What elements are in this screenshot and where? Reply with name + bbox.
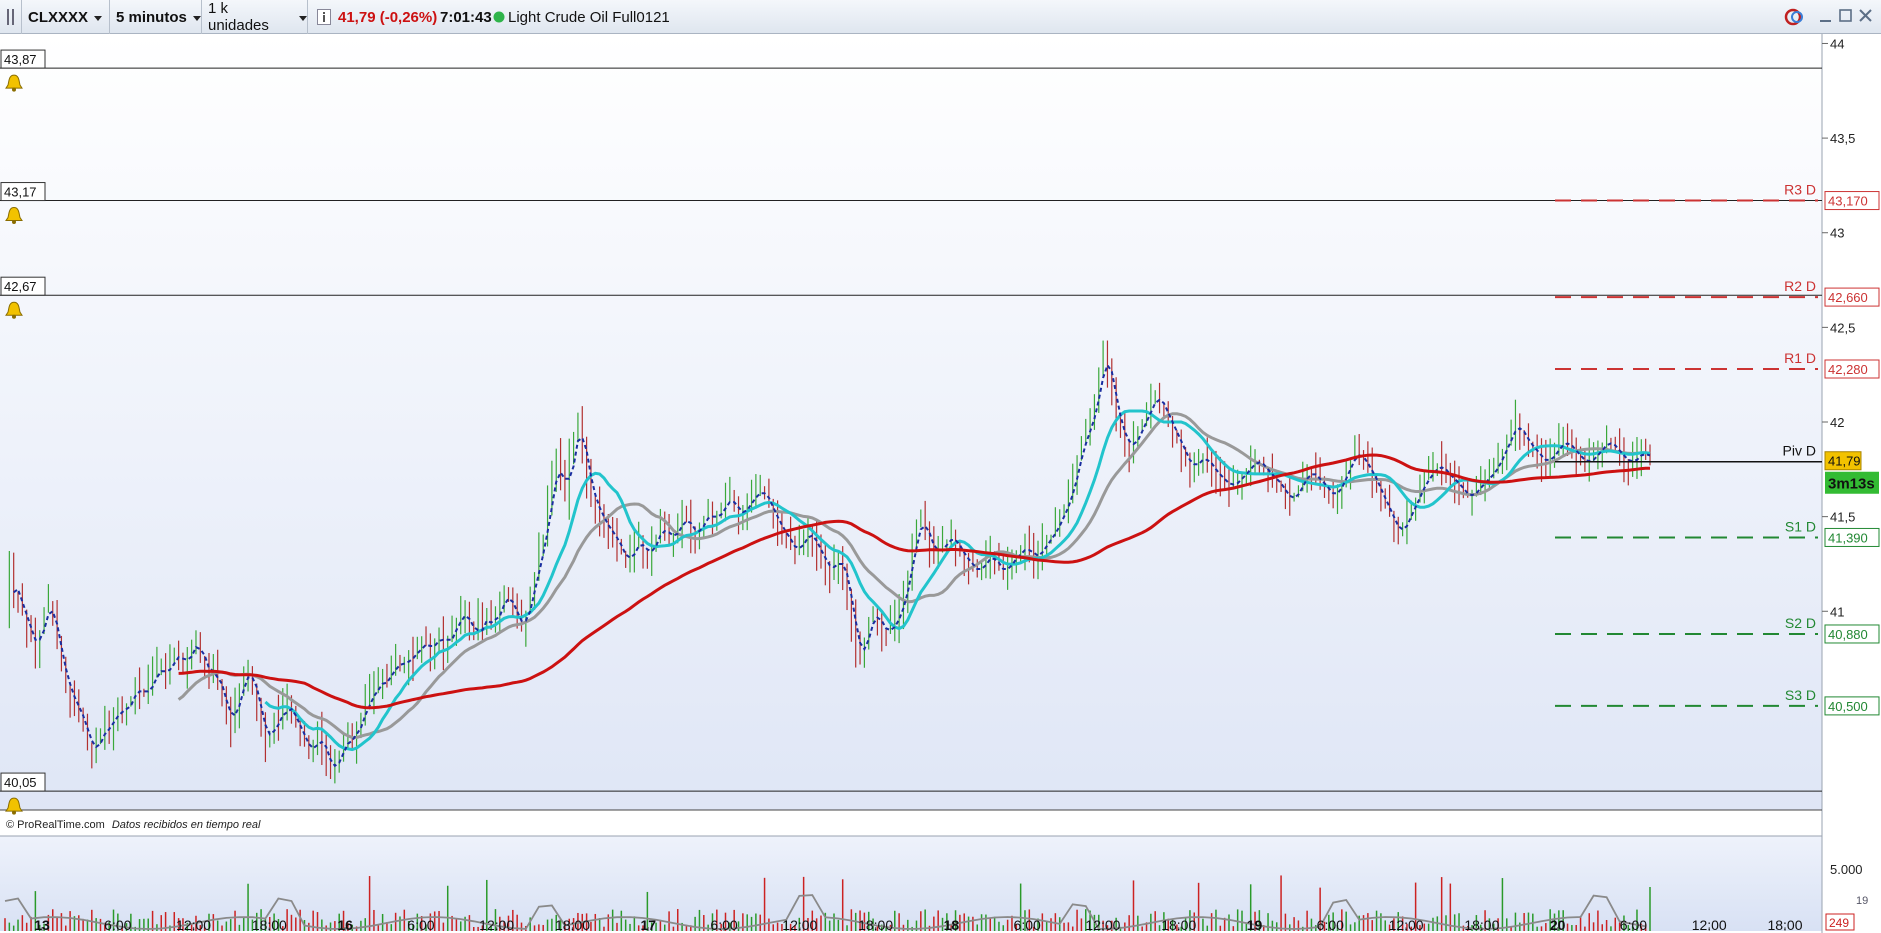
x-tick-label: 13 — [34, 917, 50, 933]
symbol-label: CLXXXX — [28, 8, 89, 26]
x-tick-label: 12:00 — [479, 917, 514, 933]
pivot-value-label: 42,280 — [1828, 362, 1868, 377]
x-tick-label: 12:00 — [1389, 917, 1424, 933]
x-tick-label: 6:00 — [1620, 917, 1647, 933]
x-tick-label: 17 — [640, 917, 656, 933]
x-tick-label: 18:00 — [858, 917, 893, 933]
volume-current-label: 249 — [1829, 916, 1849, 930]
source-text: © ProRealTime.com — [6, 819, 105, 831]
y-tick-label: 41 — [1830, 604, 1844, 619]
price-chart[interactable]: 43,87 43,17 42,67 40,05 44 43,5 43 42,5 42 41,5 4… — [0, 34, 1881, 933]
pivot-name: R1 D — [1784, 350, 1816, 366]
price-change: 41,79 (-0,26%) — [338, 8, 438, 26]
x-tick-label: 6:00 — [1014, 917, 1041, 933]
pivot-name: R2 D — [1784, 278, 1816, 294]
x-tick-label: 6:00 — [710, 917, 737, 933]
clock-time: 7:01:43 — [440, 8, 492, 26]
minimize-icon[interactable] — [1818, 8, 1834, 24]
x-tick-label: 6:00 — [1317, 917, 1344, 933]
toolbar: CLXXXX 5 minutos 1 k unidades 41,79 (-0,… — [0, 0, 1881, 34]
x-tick-label: 6:00 — [104, 917, 131, 933]
maximize-icon[interactable] — [1838, 8, 1854, 24]
x-tick-label: 18:00 — [1767, 917, 1802, 933]
bell-clapper — [12, 220, 16, 225]
x-tick-label: 18:00 — [252, 917, 287, 933]
chevron-down-icon — [94, 15, 103, 21]
volume-small-label: 19 — [1856, 895, 1868, 907]
sync-icon[interactable] — [1784, 8, 1803, 26]
pivot-value-label: 40,500 — [1828, 699, 1868, 714]
pivot-value-label: 41,390 — [1828, 530, 1868, 545]
status-dot-icon — [492, 0, 506, 34]
instrument-name: Light Crude Oil Full0121 — [508, 8, 670, 26]
info-glyph — [317, 9, 331, 25]
x-tick-label: 19 — [1247, 917, 1263, 933]
alert-label: 40,05 — [4, 775, 37, 790]
bell-clapper — [12, 87, 16, 92]
footer-source: © ProRealTime.com Datos recibidos en tie… — [6, 819, 260, 831]
pivot-name: R3 D — [1784, 182, 1816, 198]
pivot-value-label: 43,170 — [1828, 194, 1868, 209]
info-icon[interactable] — [314, 0, 334, 34]
close-icon[interactable] — [1858, 8, 1874, 24]
y-tick-label: 43 — [1830, 226, 1844, 241]
pivot-name: Piv D — [1783, 443, 1816, 459]
pivot-name: S3 D — [1785, 687, 1816, 703]
bell-clapper — [12, 314, 16, 319]
x-tick-label: 18:00 — [1464, 917, 1499, 933]
y-tick-label: 42,5 — [1830, 320, 1855, 335]
y-tick-label: 44 — [1830, 36, 1844, 51]
x-tick-label: 18 — [944, 917, 960, 933]
symbol-selector[interactable]: CLXXXX — [22, 0, 110, 34]
pivot-name: S1 D — [1785, 518, 1816, 534]
x-tick-label: 12:00 — [782, 917, 817, 933]
pivot-name: S2 D — [1785, 615, 1816, 631]
units-label: 1 k unidades — [208, 0, 269, 34]
x-tick-label: 6:00 — [407, 917, 434, 933]
y-tick-label: 42 — [1830, 415, 1844, 430]
alert-label: 43,17 — [4, 185, 37, 200]
volume-tick-label: 5.000 — [1830, 862, 1863, 877]
alert-label: 43,87 — [4, 52, 37, 67]
grip-icon — [6, 9, 14, 25]
y-tick-label: 41,5 — [1830, 510, 1855, 525]
countdown-label: 3m13s — [1828, 476, 1875, 493]
x-tick-label: 12:00 — [1692, 917, 1727, 933]
current-price-label: 41,79 — [1828, 454, 1861, 469]
pivot-value-label: 42,660 — [1828, 290, 1868, 305]
realtime-note: Datos recibidos en tiempo real — [111, 819, 261, 831]
chevron-down-icon — [299, 15, 307, 21]
x-tick-label: 16 — [337, 917, 353, 933]
x-tick-label: 12:00 — [1085, 917, 1120, 933]
alert-label: 42,67 — [4, 279, 37, 294]
x-tick-label: 12:00 — [176, 917, 211, 933]
price-panel-bg — [0, 34, 1822, 810]
pivot-value-label: 40,880 — [1828, 627, 1868, 642]
bell-clapper — [12, 810, 16, 815]
menu-icon[interactable] — [0, 0, 22, 34]
timeframe-label: 5 minutos — [116, 8, 187, 26]
chart-area[interactable]: 43,87 43,17 42,67 40,05 44 43,5 43 42,5 42 41,5 4… — [0, 34, 1881, 933]
x-tick-label: 18:00 — [555, 917, 590, 933]
timeframe-selector[interactable]: 5 minutos — [110, 0, 202, 34]
chevron-down-icon — [192, 15, 201, 21]
x-tick-label: 20 — [1550, 917, 1566, 933]
units-selector[interactable]: 1 k unidades — [202, 0, 308, 34]
y-tick-label: 43,5 — [1830, 131, 1855, 146]
x-tick-label: 18:00 — [1161, 917, 1196, 933]
